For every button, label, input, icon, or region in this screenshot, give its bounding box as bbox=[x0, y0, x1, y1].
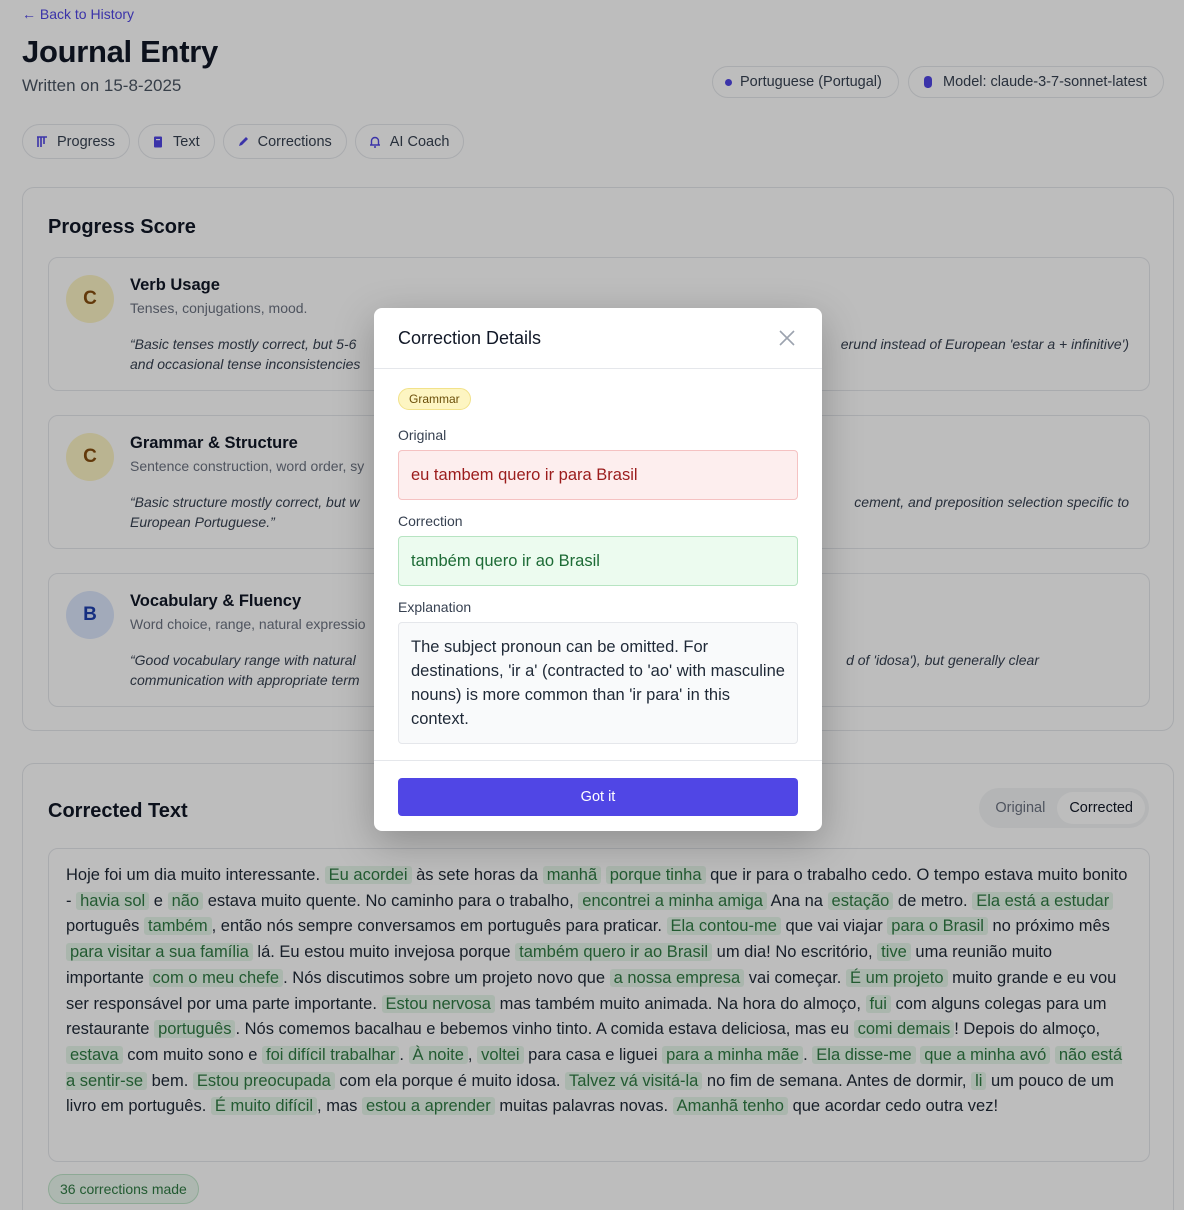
original-label: Original bbox=[398, 427, 447, 443]
explanation-label: Explanation bbox=[398, 599, 472, 615]
close-icon[interactable] bbox=[778, 329, 796, 347]
original-text-box: eu tambem quero ir para Brasil bbox=[398, 450, 798, 500]
modal-header: Correction Details bbox=[374, 308, 822, 369]
correction-details-modal: Correction Details Grammar Original eu t… bbox=[374, 308, 822, 831]
correction-label: Correction bbox=[398, 513, 463, 529]
got-it-button[interactable]: Got it bbox=[398, 778, 798, 816]
modal-title: Correction Details bbox=[398, 328, 542, 348]
modal-footer: Got it bbox=[374, 760, 822, 831]
category-badge: Grammar bbox=[398, 388, 471, 410]
explanation-text-box: The subject pronoun can be omitted. For … bbox=[398, 622, 798, 744]
correction-text-box: também quero ir ao Brasil bbox=[398, 536, 798, 586]
